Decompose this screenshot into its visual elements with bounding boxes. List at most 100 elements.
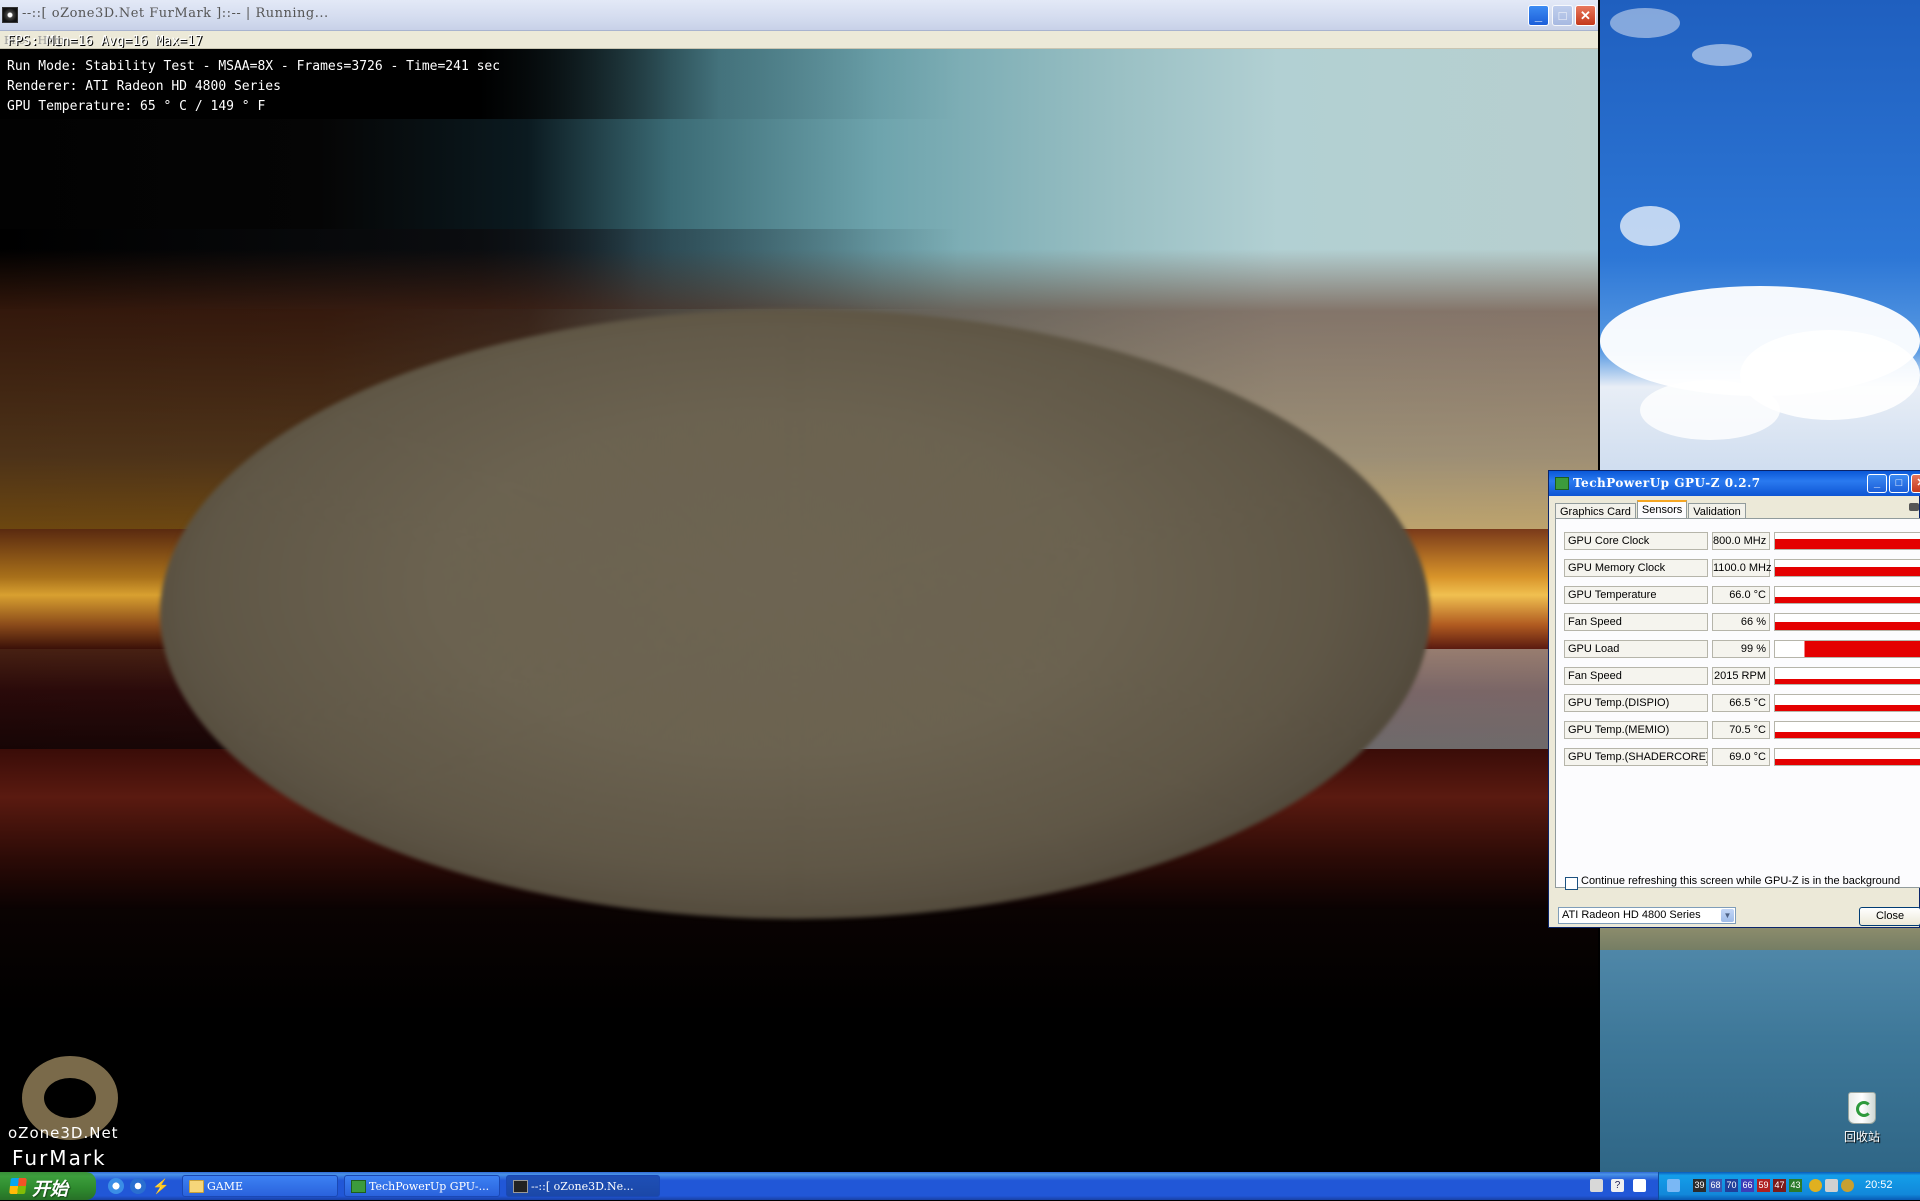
furmark-window-title: --::[ oZone3D.Net FurMark ]::-- | Runnin… — [22, 6, 329, 21]
sensor-value: 1100.0 MHz — [1712, 559, 1772, 577]
keyboard-icon[interactable] — [1590, 1179, 1603, 1192]
sensor-row: GPU Core Clock 800.0 MHz — [1564, 532, 1920, 550]
taskbar-button-label: --::[ oZone3D.Ne... — [531, 1180, 634, 1193]
tray-temp-2[interactable]: 70 — [1725, 1179, 1738, 1192]
security-icon[interactable] — [1841, 1179, 1854, 1192]
close-icon: ✕ — [1912, 475, 1920, 492]
tray-temp-1[interactable]: 68 — [1709, 1179, 1722, 1192]
network-icon[interactable] — [1633, 1179, 1646, 1192]
sensor-value: 99 % — [1712, 640, 1770, 658]
sensor-label: GPU Core Clock — [1564, 532, 1708, 550]
sensor-graph — [1774, 613, 1920, 631]
minimize-icon: _ — [1534, 8, 1543, 23]
gpuz-titlebar[interactable]: TechPowerUp GPU-Z 0.2.7 _ □ ✕ — [1549, 471, 1920, 496]
sensor-value: 69.0 °C — [1712, 748, 1770, 766]
sensor-graph-bar — [1775, 567, 1920, 576]
quicklaunch-arrow-icon[interactable]: ⚡ — [152, 1178, 169, 1194]
logo-text-furmark: FurMark — [12, 1146, 107, 1170]
device-select[interactable]: ATI Radeon HD 4800 Series ▼ — [1558, 907, 1736, 924]
tray-temp-6[interactable]: 43 — [1789, 1179, 1802, 1192]
sensor-row: GPU Temp.(DISPIO) 66.5 °C — [1564, 694, 1920, 712]
continue-refreshing-checkbox[interactable] — [1565, 877, 1578, 890]
taskbar-button-furmark[interactable]: --::[ oZone3D.Ne... — [506, 1175, 660, 1197]
sensor-label: Fan Speed — [1564, 613, 1708, 631]
gpuz-minimize-button[interactable]: _ — [1867, 474, 1887, 493]
close-icon: ✕ — [1580, 8, 1591, 23]
camera-icon[interactable] — [1909, 503, 1919, 511]
sensor-graph — [1774, 586, 1920, 604]
tray-temp-5[interactable]: 47 — [1773, 1179, 1786, 1192]
maximize-icon: □ — [1558, 8, 1567, 23]
sensor-graph-bar — [1775, 705, 1920, 711]
internet-explorer-icon[interactable] — [108, 1178, 124, 1194]
gpuz-window-title: TechPowerUp GPU-Z 0.2.7 — [1573, 476, 1761, 490]
sensor-graph-bar — [1775, 731, 1920, 738]
fur-torus-render — [160, 309, 1430, 919]
sensor-value: 66.0 °C — [1712, 586, 1770, 604]
minimize-button[interactable]: _ — [1528, 5, 1549, 26]
sensor-row: GPU Temperature 66.0 °C — [1564, 586, 1920, 604]
start-button[interactable]: 开始 — [0, 1172, 96, 1200]
furmark-menubar: File Help — [0, 31, 1598, 49]
logo-text-ozone3d: oZone3D.Net — [8, 1124, 119, 1142]
furmark-render-area[interactable] — [0, 49, 1598, 1172]
sensor-graph-bar — [1775, 641, 1920, 657]
browser-icon[interactable] — [130, 1178, 146, 1194]
furmark-app-icon[interactable] — [2, 7, 18, 23]
sensor-label: GPU Temp.(SHADERCORE) — [1564, 748, 1708, 766]
recycle-bin-label: 回收站 — [1843, 1130, 1880, 1144]
sensor-row: GPU Memory Clock 1100.0 MHz — [1564, 559, 1920, 577]
chevron-down-icon[interactable]: ▼ — [1721, 909, 1734, 922]
gpuz-close-dialog-button[interactable]: Close — [1859, 907, 1920, 926]
sensor-row: GPU Temp.(SHADERCORE) 69.0 °C — [1564, 748, 1920, 766]
sensor-graph-bar — [1775, 539, 1920, 549]
volume-icon[interactable] — [1825, 1179, 1838, 1192]
start-label: 开始 — [32, 1179, 68, 1199]
sensor-graph — [1774, 532, 1920, 550]
sensor-label: GPU Temperature — [1564, 586, 1708, 604]
renderer-readout: Renderer: ATI Radeon HD 4800 Series — [7, 79, 281, 94]
system-tray: 39 68 70 66 59 47 43 20:52 — [1658, 1172, 1920, 1200]
minimize-icon: _ — [1873, 477, 1881, 489]
tray-temp-3[interactable]: 66 — [1741, 1179, 1754, 1192]
sensor-label: GPU Load — [1564, 640, 1708, 658]
help-icon[interactable]: ? — [1611, 1179, 1624, 1192]
gpuz-window[interactable]: TechPowerUp GPU-Z 0.2.7 _ □ ✕ Graphics C… — [1548, 470, 1920, 928]
gpuz-tabs: Graphics Card Sensors Validation — [1555, 500, 1747, 522]
taskbar: 开始 ⚡ GAME TechPowerUp GPU-... --::[ oZon… — [0, 1172, 1920, 1200]
gpu-temperature-readout: GPU Temperature: 65 ° C / 149 ° F — [7, 99, 266, 114]
sensor-row: GPU Load 99 % — [1564, 640, 1920, 658]
sensor-graph-bar — [1775, 622, 1920, 630]
tray-app-icon[interactable] — [1809, 1179, 1822, 1192]
sensor-graph — [1774, 559, 1920, 577]
maximize-icon: □ — [1895, 477, 1903, 489]
gpuz-maximize-button[interactable]: □ — [1889, 474, 1909, 493]
sensor-graph — [1774, 694, 1920, 712]
sensor-graph — [1774, 640, 1920, 658]
sensor-graph-bar — [1775, 597, 1920, 603]
clock[interactable]: 20:52 — [1865, 1179, 1893, 1191]
gpuz-close-button[interactable]: ✕ — [1911, 474, 1920, 493]
taskbar-button-game[interactable]: GAME — [182, 1175, 338, 1197]
sensor-label: GPU Memory Clock — [1564, 559, 1708, 577]
taskbar-button-gpuz[interactable]: TechPowerUp GPU-... — [344, 1175, 500, 1197]
folder-icon — [189, 1180, 204, 1193]
sensor-graph — [1774, 748, 1920, 766]
sensor-label: GPU Temp.(DISPIO) — [1564, 694, 1708, 712]
continue-refreshing-label: Continue refreshing this screen while GP… — [1581, 875, 1901, 887]
sensor-value: 66 % — [1712, 613, 1770, 631]
maximize-button[interactable]: □ — [1552, 5, 1573, 26]
tray-temp-0[interactable]: 39 — [1693, 1179, 1706, 1192]
windows-logo-icon — [9, 1178, 27, 1194]
show-hidden-icon[interactable] — [1667, 1179, 1680, 1192]
close-button[interactable]: ✕ — [1575, 5, 1596, 26]
furmark-titlebar[interactable]: --::[ oZone3D.Net FurMark ]::-- | Runnin… — [0, 0, 1598, 31]
tray-temp-4[interactable]: 59 — [1757, 1179, 1770, 1192]
sensor-row: Fan Speed 2015 RPM — [1564, 667, 1920, 685]
sensor-graph — [1774, 721, 1920, 739]
sensor-value: 66.5 °C — [1712, 694, 1770, 712]
run-mode-readout: Run Mode: Stability Test - MSAA=8X - Fra… — [7, 59, 501, 74]
gpuz-app-icon[interactable] — [1555, 477, 1569, 490]
recycle-bin[interactable]: 回收站 — [1832, 1092, 1892, 1145]
furmark-window[interactable]: --::[ oZone3D.Net FurMark ]::-- | Runnin… — [0, 0, 1598, 1172]
